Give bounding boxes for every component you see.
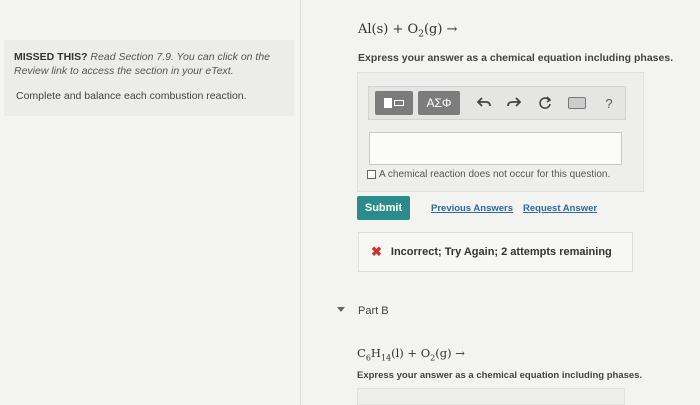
- feedback-message: ✖ Incorrect; Try Again; 2 attempts remai…: [358, 232, 633, 272]
- redo-icon[interactable]: [505, 94, 523, 112]
- part-b-equation: C6H14(l) + O2(g) →: [357, 346, 465, 363]
- missed-this-hint: MISSED THIS? Read Section 7.9. You can c…: [14, 50, 284, 78]
- part-a-equation: Al(s) + O2(g) →: [358, 22, 458, 40]
- part-b-instruction: Express your answer as a chemical equati…: [357, 370, 643, 381]
- error-icon: ✖: [371, 244, 382, 259]
- missed-this-label: MISSED THIS?: [14, 51, 88, 63]
- no-reaction-label: A chemical reaction does not occur for t…: [379, 169, 611, 180]
- undo-icon[interactable]: [475, 94, 493, 112]
- templates-button[interactable]: [375, 91, 413, 115]
- previous-answers-link[interactable]: Previous Answers: [431, 203, 513, 214]
- feedback-text: Incorrect; Try Again; 2 attempts remaini…: [390, 246, 612, 258]
- greek-symbols-button[interactable]: ΑΣΦ: [418, 91, 460, 115]
- answer-input[interactable]: [369, 132, 622, 165]
- request-answer-link[interactable]: Request Answer: [523, 203, 597, 214]
- no-reaction-checkbox[interactable]: [367, 170, 376, 179]
- part-b-answer-card: [357, 388, 625, 405]
- part-b-label[interactable]: Part B: [358, 305, 389, 317]
- combustion-instruction: Complete and balance each combustion rea…: [16, 90, 247, 102]
- submit-button[interactable]: Submit: [357, 196, 410, 220]
- help-icon[interactable]: ?: [600, 94, 618, 112]
- reset-icon[interactable]: [536, 94, 554, 112]
- no-reaction-option[interactable]: A chemical reaction does not occur for t…: [367, 169, 610, 180]
- chevron-down-icon[interactable]: [337, 307, 345, 312]
- part-a-instruction: Express your answer as a chemical equati…: [358, 52, 674, 64]
- template-icon: [384, 98, 392, 108]
- keyboard-icon[interactable]: [568, 97, 586, 109]
